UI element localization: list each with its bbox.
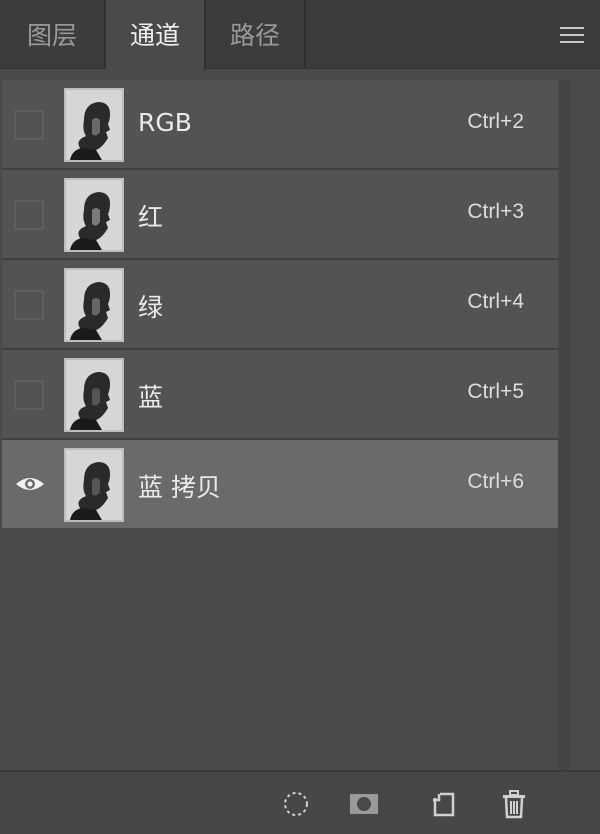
panel-tab-bar: 图层 通道 路径 xyxy=(0,0,600,70)
channel-name: 绿 xyxy=(138,293,164,322)
channel-row-blue[interactable]: 蓝 Ctrl+5 xyxy=(2,350,558,440)
channel-row-green[interactable]: 绿 Ctrl+4 xyxy=(2,260,558,350)
channel-row-blue-copy[interactable]: 蓝 拷贝 Ctrl+6 xyxy=(2,440,558,528)
new-channel-icon[interactable] xyxy=(428,788,460,820)
delete-channel-icon[interactable] xyxy=(498,788,530,820)
channel-shortcut: Ctrl+5 xyxy=(467,380,524,403)
channel-name: 蓝 xyxy=(138,383,164,412)
channel-shortcut: Ctrl+2 xyxy=(467,110,524,133)
tab-paths[interactable]: 路径 xyxy=(206,0,306,68)
channel-row-rgb[interactable]: RGB Ctrl+2 xyxy=(2,80,558,170)
tab-channels[interactable]: 通道 xyxy=(106,0,206,70)
portrait-thumbnail-icon xyxy=(66,90,122,160)
channel-thumbnail xyxy=(64,178,124,252)
portrait-thumbnail-icon xyxy=(66,360,122,430)
panel-menu-icon[interactable] xyxy=(560,27,584,45)
tab-layers[interactable]: 图层 xyxy=(0,0,106,68)
portrait-thumbnail-icon xyxy=(66,180,122,250)
visibility-toggle[interactable] xyxy=(14,110,44,140)
channel-thumbnail xyxy=(64,88,124,162)
eye-icon[interactable] xyxy=(14,468,46,500)
channel-name: RGB xyxy=(138,108,192,137)
visibility-toggle[interactable] xyxy=(14,380,44,410)
visibility-toggle[interactable] xyxy=(14,200,44,230)
portrait-thumbnail-icon xyxy=(66,450,122,520)
channel-shortcut: Ctrl+4 xyxy=(467,290,524,313)
channel-shortcut: Ctrl+6 xyxy=(467,470,524,493)
channel-thumbnail xyxy=(64,358,124,432)
load-selection-icon[interactable] xyxy=(280,788,312,820)
channel-shortcut: Ctrl+3 xyxy=(467,200,524,223)
channels-panel: 图层 通道 路径 RGB Ctrl+2 红 Ctrl+3 绿 Ctrl+4 蓝 … xyxy=(0,0,600,834)
channel-name: 红 xyxy=(138,203,164,232)
channel-list: RGB Ctrl+2 红 Ctrl+3 绿 Ctrl+4 蓝 Ctrl+5 蓝 … xyxy=(2,80,558,528)
channel-thumbnail xyxy=(64,268,124,342)
scroll-gutter[interactable] xyxy=(558,80,570,770)
channel-thumbnail xyxy=(64,448,124,522)
channel-name: 蓝 拷贝 xyxy=(138,473,221,502)
visibility-toggle[interactable] xyxy=(14,290,44,320)
save-selection-as-channel-icon[interactable] xyxy=(348,788,380,820)
panel-bottom-toolbar xyxy=(0,770,600,834)
channel-row-red[interactable]: 红 Ctrl+3 xyxy=(2,170,558,260)
portrait-thumbnail-icon xyxy=(66,270,122,340)
